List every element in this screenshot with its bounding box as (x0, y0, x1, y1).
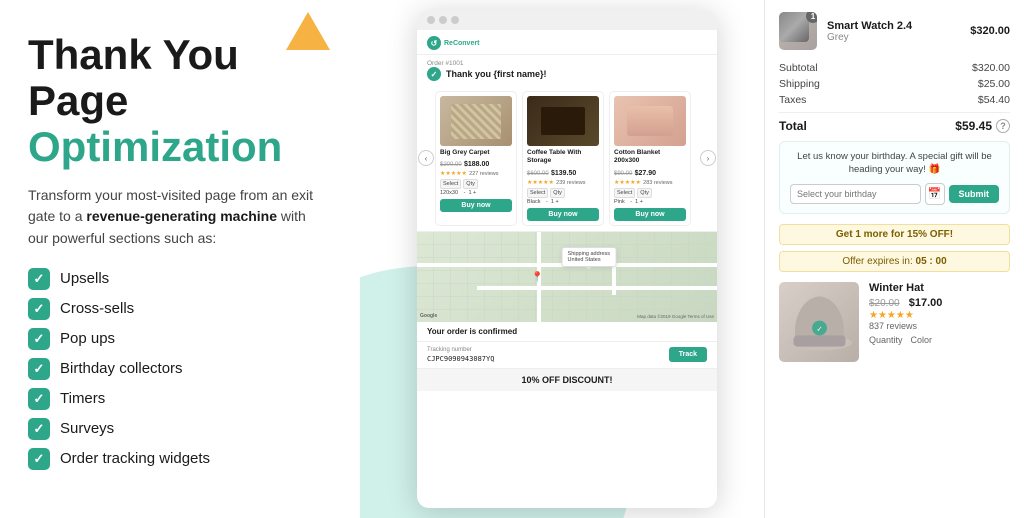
winter-hat-section: ✓ Winter Hat $20.00 $17.00 ★★★★★ 837 rev… (779, 282, 1010, 362)
map-section: Shipping address United States Google Ma… (417, 232, 717, 322)
carousel-right-arrow[interactable]: › (700, 150, 716, 166)
total-question-icon[interactable]: ? (996, 119, 1010, 133)
map-credit: Map data ©2019 Google Terms of Use (637, 314, 714, 319)
check-icon (28, 298, 50, 320)
birthday-input[interactable] (790, 184, 921, 204)
order-divider (779, 112, 1010, 113)
order-item-image: 1 (779, 12, 817, 50)
browser-dots (427, 16, 459, 24)
product-options-2: Select Qty (527, 188, 599, 198)
winter-hat-info: Winter Hat $20.00 $17.00 ★★★★★ 837 revie… (869, 282, 1010, 362)
products-carousel: Big Grey Carpet $200.00 $188.00 ★★★★★ 22… (417, 91, 717, 226)
list-item: Upsells (28, 268, 332, 290)
birthday-input-row: 📅 Submit (790, 183, 999, 205)
browser-dot-1 (427, 16, 435, 24)
right-inner: 1 Smart Watch 2.4 Grey $320.00 Subtotal … (765, 0, 1024, 518)
list-item: Surveys (28, 418, 332, 440)
check-icon (28, 418, 50, 440)
browser-dot-2 (439, 16, 447, 24)
birthday-description: Let us know your birthday. A special gif… (790, 150, 999, 177)
order-item-badge: 1 (806, 12, 817, 23)
product-image-carpet (440, 96, 512, 146)
product-card-table: Coffee Table With Storage $600.00 $139.5… (522, 91, 604, 226)
list-item: Order tracking widgets (28, 448, 332, 470)
features-list: Upsells Cross-sells Pop ups Birthday col… (28, 268, 332, 470)
carousel-left-arrow[interactable]: ‹ (418, 150, 434, 166)
description: Transform your most-visited page from an… (28, 185, 328, 250)
list-item: Pop ups (28, 328, 332, 350)
svg-text:✓: ✓ (816, 325, 822, 334)
carpet-pattern (451, 104, 501, 139)
product-card-carpet: Big Grey Carpet $200.00 $188.00 ★★★★★ 22… (435, 91, 517, 226)
ty-header: ReConvert (417, 30, 717, 55)
table-shape (541, 107, 584, 135)
check-icon (28, 448, 50, 470)
check-icon (28, 268, 50, 290)
order-total: Total $59.45 ? (779, 119, 1010, 133)
upsell-banner: Get 1 more for 15% OFF! (779, 224, 1010, 245)
tracking-section: Tracking number CJPC9090943087YQ Track (417, 342, 717, 368)
product-options-3: Select Qty (614, 188, 686, 198)
check-circle (427, 67, 441, 81)
products-section: ‹ › Big Grey Carpet $200.00 $188.00 ★★★★… (417, 86, 717, 232)
list-item: Cross-sells (28, 298, 332, 320)
check-icon (28, 388, 50, 410)
check-icon (28, 358, 50, 380)
taxes-line: Taxes $54.40 (779, 94, 1010, 106)
check-icon (28, 328, 50, 350)
product-options: Select Qty (440, 179, 512, 189)
google-label: Google (420, 313, 437, 319)
order-confirmed: Your order is confirmed (417, 322, 717, 342)
right-panel: 1 Smart Watch 2.4 Grey $320.00 Subtotal … (764, 0, 1024, 518)
buy-now-btn-2[interactable]: Buy now (527, 208, 599, 221)
map-background: Shipping address United States Google Ma… (417, 232, 717, 322)
left-panel: Thank You Page Optimization Transform yo… (0, 0, 360, 518)
order-item: 1 Smart Watch 2.4 Grey $320.00 (779, 12, 1010, 50)
map-pin (531, 272, 541, 282)
track-button[interactable]: Track (669, 347, 707, 362)
list-item: Birthday collectors (28, 358, 332, 380)
timer-banner: Offer expires in: 05 : 00 (779, 251, 1010, 272)
hat-options: Quantity Color (869, 335, 1010, 345)
center-panel: ReConvert Order #1001 Thank you {first n… (360, 0, 764, 518)
browser-dot-3 (451, 16, 459, 24)
hat-svg: ✓ (782, 289, 857, 354)
watch-shape (779, 12, 809, 42)
subtotal-line: Subtotal $320.00 (779, 62, 1010, 74)
browser-bar (417, 10, 717, 30)
buy-now-btn-3[interactable]: Buy now (614, 208, 686, 221)
order-thanks: Order #1001 Thank you {first name}! (417, 55, 717, 86)
reconvert-logo: ReConvert (427, 36, 479, 50)
map-road (477, 286, 717, 290)
shipping-line: Shipping $25.00 (779, 78, 1010, 90)
main-title: Thank You Page Optimization (28, 32, 332, 171)
birthday-submit-button[interactable]: Submit (949, 185, 1000, 203)
calendar-button[interactable]: 📅 (925, 183, 945, 205)
product-image-table (527, 96, 599, 146)
product-image-blanket (614, 96, 686, 146)
product-card-blanket: Cotton Blanket 200x300 $90.00 $27.90 ★★★… (609, 91, 691, 226)
browser-content: ReConvert Order #1001 Thank you {first n… (417, 30, 717, 508)
blanket-shape (627, 106, 674, 136)
order-item-price: $320.00 (970, 25, 1010, 37)
order-item-info: Smart Watch 2.4 Grey (827, 20, 960, 43)
deco-triangle (286, 12, 330, 50)
list-item: Timers (28, 388, 332, 410)
buy-now-btn-1[interactable]: Buy now (440, 199, 512, 212)
discount-banner: 10% OFF DISCOUNT! (417, 368, 717, 391)
winter-hat-image: ✓ (779, 282, 859, 362)
birthday-section: Let us know your birthday. A special gif… (779, 141, 1010, 214)
logo-icon (427, 36, 441, 50)
map-tooltip: Shipping address United States (562, 247, 617, 267)
phone-browser: ReConvert Order #1001 Thank you {first n… (417, 10, 717, 508)
